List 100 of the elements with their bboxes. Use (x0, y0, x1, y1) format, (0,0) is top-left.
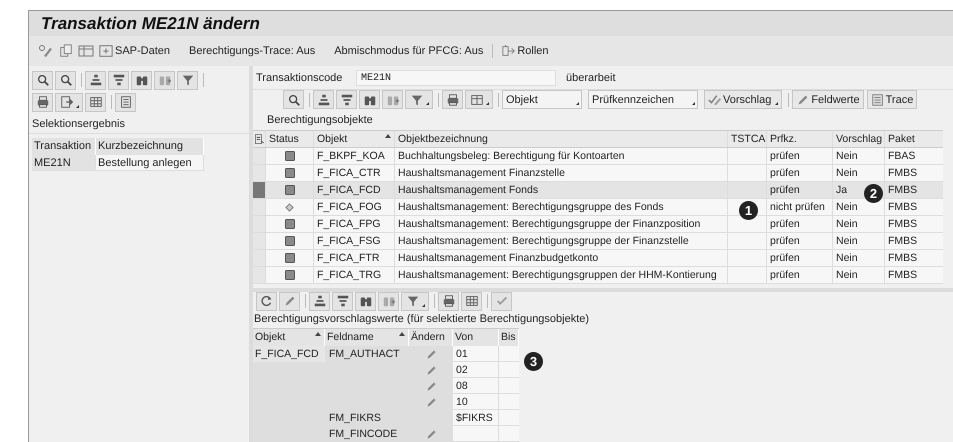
dropdown-arrow-icon (692, 102, 695, 106)
dropdown[interactable]: Objekt (502, 90, 582, 110)
pencil-icon (796, 92, 810, 107)
column-header[interactable]: Prfkz. (766, 131, 832, 147)
binoculars-button[interactable] (355, 292, 376, 310)
square-icon (284, 253, 294, 263)
square-icon (284, 270, 294, 280)
magnifier-button[interactable] (55, 70, 76, 90)
column-header[interactable]: Vorschlag (832, 131, 884, 147)
magnifier-button[interactable] (283, 90, 304, 110)
check-button[interactable] (491, 292, 512, 310)
table-cell: F_FICA_FOG (313, 199, 394, 215)
sort-descending-button[interactable] (336, 90, 357, 110)
copy-icon[interactable] (59, 44, 73, 58)
column-header[interactable]: Feldname (325, 329, 409, 346)
table-cell: F_FICA_FCD (253, 346, 325, 362)
table-cell: FMBS (884, 233, 933, 249)
table-cell[interactable]: 01 (453, 346, 499, 362)
filter-button[interactable] (401, 292, 429, 310)
dropdown-arrow-icon (576, 102, 579, 106)
sort-ascending-icon (312, 294, 326, 308)
sort-ascending-icon (88, 73, 102, 87)
grid-button[interactable] (85, 92, 106, 112)
table-cell[interactable]: Bestellung anlegen (96, 155, 204, 171)
refresh-button[interactable] (256, 292, 277, 310)
table-cell: Nein (832, 216, 884, 232)
printer-button[interactable] (32, 92, 53, 112)
sort-ascending-button[interactable] (313, 90, 334, 110)
sort-indicator-icon (385, 134, 391, 138)
row-selector-icon[interactable] (254, 134, 264, 144)
square-icon (284, 151, 294, 161)
table-cell: Haushaltsmanagement Finanzbudgetkonto (394, 250, 727, 266)
table-cell: prüfen (766, 250, 832, 266)
column-header[interactable]: Von (453, 329, 499, 346)
roles-button[interactable]: Rollen (502, 42, 549, 60)
printer-button[interactable] (442, 90, 463, 110)
filter-button[interactable] (177, 70, 198, 90)
list-button[interactable] (115, 92, 136, 112)
square-icon (284, 185, 294, 195)
pencil-button[interactable] (279, 292, 300, 310)
table-cell[interactable]: $FIKRS (453, 410, 499, 426)
table-cell: Haushaltsmanagement: Berechtigungsgruppen der HHM-Kontierung (394, 267, 727, 283)
sort-ascending-button[interactable] (309, 292, 330, 310)
printer-icon (36, 95, 50, 109)
sort-indicator-icon (399, 332, 405, 336)
layout-button[interactable] (465, 90, 493, 110)
field-values-button[interactable]: Feldwerte (792, 90, 864, 110)
filter-icon (406, 294, 420, 308)
column-header[interactable]: TSTCA (727, 131, 766, 147)
transaction-code-field[interactable]: ME21N (356, 70, 556, 86)
filter-button[interactable] (405, 90, 433, 110)
sort-descending-icon (112, 73, 126, 87)
table-cell: F_FICA_FCD (313, 182, 394, 198)
panel-icon[interactable] (78, 45, 94, 57)
column-header[interactable]: Bis (499, 329, 519, 346)
printer-icon (442, 294, 456, 308)
table-cell: FMBS (884, 216, 933, 232)
table-cell: Nein (832, 250, 884, 266)
table-cell: F_FICA_FSG (313, 233, 394, 249)
status-text: überarbeit (566, 71, 616, 86)
column-header[interactable]: Ändern (409, 329, 453, 346)
table-cell: Haushaltsmanagement: Berechtigungsgruppe des Fonds (394, 199, 727, 215)
column-header[interactable]: Objekt (253, 329, 325, 346)
section-title: Berechtigungsobjekte (266, 113, 374, 128)
table-cell: nicht prüfen (766, 199, 832, 215)
printer-button[interactable] (438, 292, 459, 310)
table-cell[interactable] (453, 426, 499, 442)
table-cell[interactable]: 10 (453, 394, 499, 410)
table-cell[interactable]: 02 (453, 362, 499, 378)
table-cell: Haushaltsmanagement Fonds (394, 182, 727, 198)
table-cell: Nein (832, 267, 884, 283)
refresh-icon (260, 294, 274, 308)
grid-button[interactable] (461, 292, 482, 310)
binoculars-button[interactable] (359, 90, 380, 110)
proposal-button[interactable]: Vorschlag (704, 90, 782, 110)
pencil-icon (282, 294, 296, 308)
table-cell: Nein (832, 165, 884, 181)
column-header[interactable]: Paket (884, 131, 933, 147)
table-cell[interactable]: ME21N (32, 155, 96, 171)
dropdown[interactable]: Prüfkennzeichen (588, 90, 698, 110)
table-cell[interactable]: 08 (453, 378, 499, 394)
binoculars-button[interactable] (131, 70, 152, 90)
table-cell-text: FM_FINCODE (328, 427, 398, 442)
sort-descending-button[interactable] (332, 292, 353, 310)
column-header[interactable]: Objektbezeichnung (394, 131, 727, 147)
export-button[interactable] (55, 92, 83, 112)
trace-button[interactable]: Trace (866, 90, 918, 110)
sap-data-button[interactable]: SAP-Daten (99, 42, 170, 60)
layout-icon (470, 92, 484, 107)
sort-descending-icon (336, 294, 350, 308)
sort-ascending-button[interactable] (85, 70, 106, 90)
column-header[interactable]: Status (265, 131, 313, 147)
table-cell: prüfen (766, 148, 832, 164)
section-title: Selektionsergebnis (29, 114, 249, 134)
sort-descending-button[interactable] (108, 70, 129, 90)
trace-status-button[interactable]: Berechtigungs-Trace: Aus (189, 42, 316, 60)
mix-mode-button[interactable]: Abmischmodus für PFCG: Aus (334, 42, 484, 60)
magnifier-button[interactable] (32, 70, 53, 90)
column-header[interactable]: Objekt (313, 131, 394, 147)
column-header: Transaktion (32, 138, 96, 155)
